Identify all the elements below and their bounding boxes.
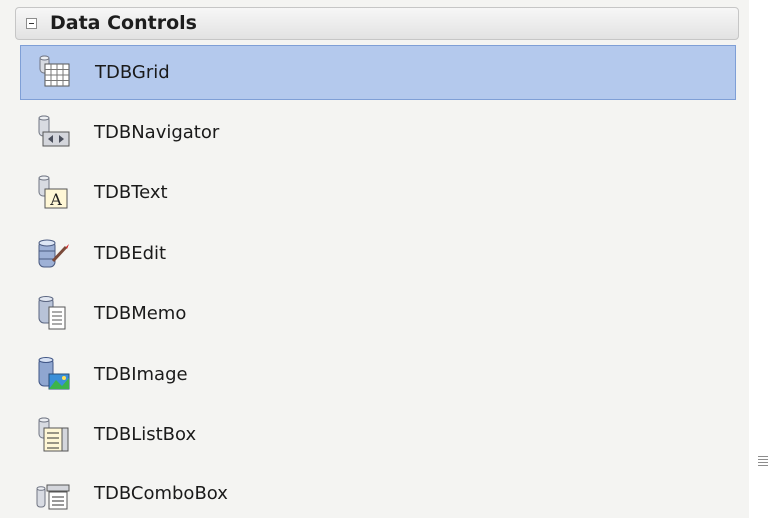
- palette-item-label: TDBImage: [94, 364, 188, 385]
- palette-item-label: TDBNavigator: [94, 122, 220, 143]
- svg-text:A: A: [49, 190, 62, 209]
- db-listbox-icon: [33, 416, 73, 454]
- palette-item-tdbnavigator[interactable]: TDBNavigator: [20, 106, 736, 161]
- category-title: Data Controls: [50, 12, 197, 34]
- tool-palette: Data Controls TDBGrid TDBNavigator A TDB…: [0, 0, 750, 518]
- palette-item-label: TDBGrid: [95, 62, 170, 83]
- palette-item-label: TDBMemo: [94, 303, 187, 324]
- palette-item-label: TDBEdit: [94, 243, 167, 264]
- palette-item-tdbcombobox[interactable]: TDBComboBox: [20, 467, 736, 522]
- palette-item-tdbmemo[interactable]: TDBMemo: [20, 287, 736, 342]
- category-header-data-controls[interactable]: Data Controls: [15, 7, 739, 40]
- scroll-grip-icon[interactable]: [758, 456, 768, 468]
- collapse-icon[interactable]: [26, 18, 37, 29]
- palette-item-tdbgrid[interactable]: TDBGrid: [20, 45, 736, 100]
- vertical-scrollbar[interactable]: [749, 0, 775, 518]
- palette-item-label: TDBListBox: [94, 424, 197, 445]
- palette-item-tdbimage[interactable]: TDBImage: [20, 348, 736, 403]
- palette-item-tdbedit[interactable]: TDBEdit: [20, 227, 736, 282]
- db-text-icon: A: [33, 174, 73, 212]
- db-navigator-icon: [33, 114, 73, 152]
- db-combobox-icon: [33, 475, 73, 513]
- palette-item-label: TDBText: [94, 182, 168, 203]
- palette-item-tdbtext[interactable]: A TDBText: [20, 166, 736, 221]
- db-memo-icon: [33, 295, 73, 333]
- palette-item-tdblistbox[interactable]: TDBListBox: [20, 408, 736, 463]
- db-grid-icon: [34, 54, 74, 92]
- db-edit-icon: [33, 235, 73, 273]
- palette-item-label: TDBComboBox: [94, 483, 228, 504]
- db-image-icon: [33, 356, 73, 394]
